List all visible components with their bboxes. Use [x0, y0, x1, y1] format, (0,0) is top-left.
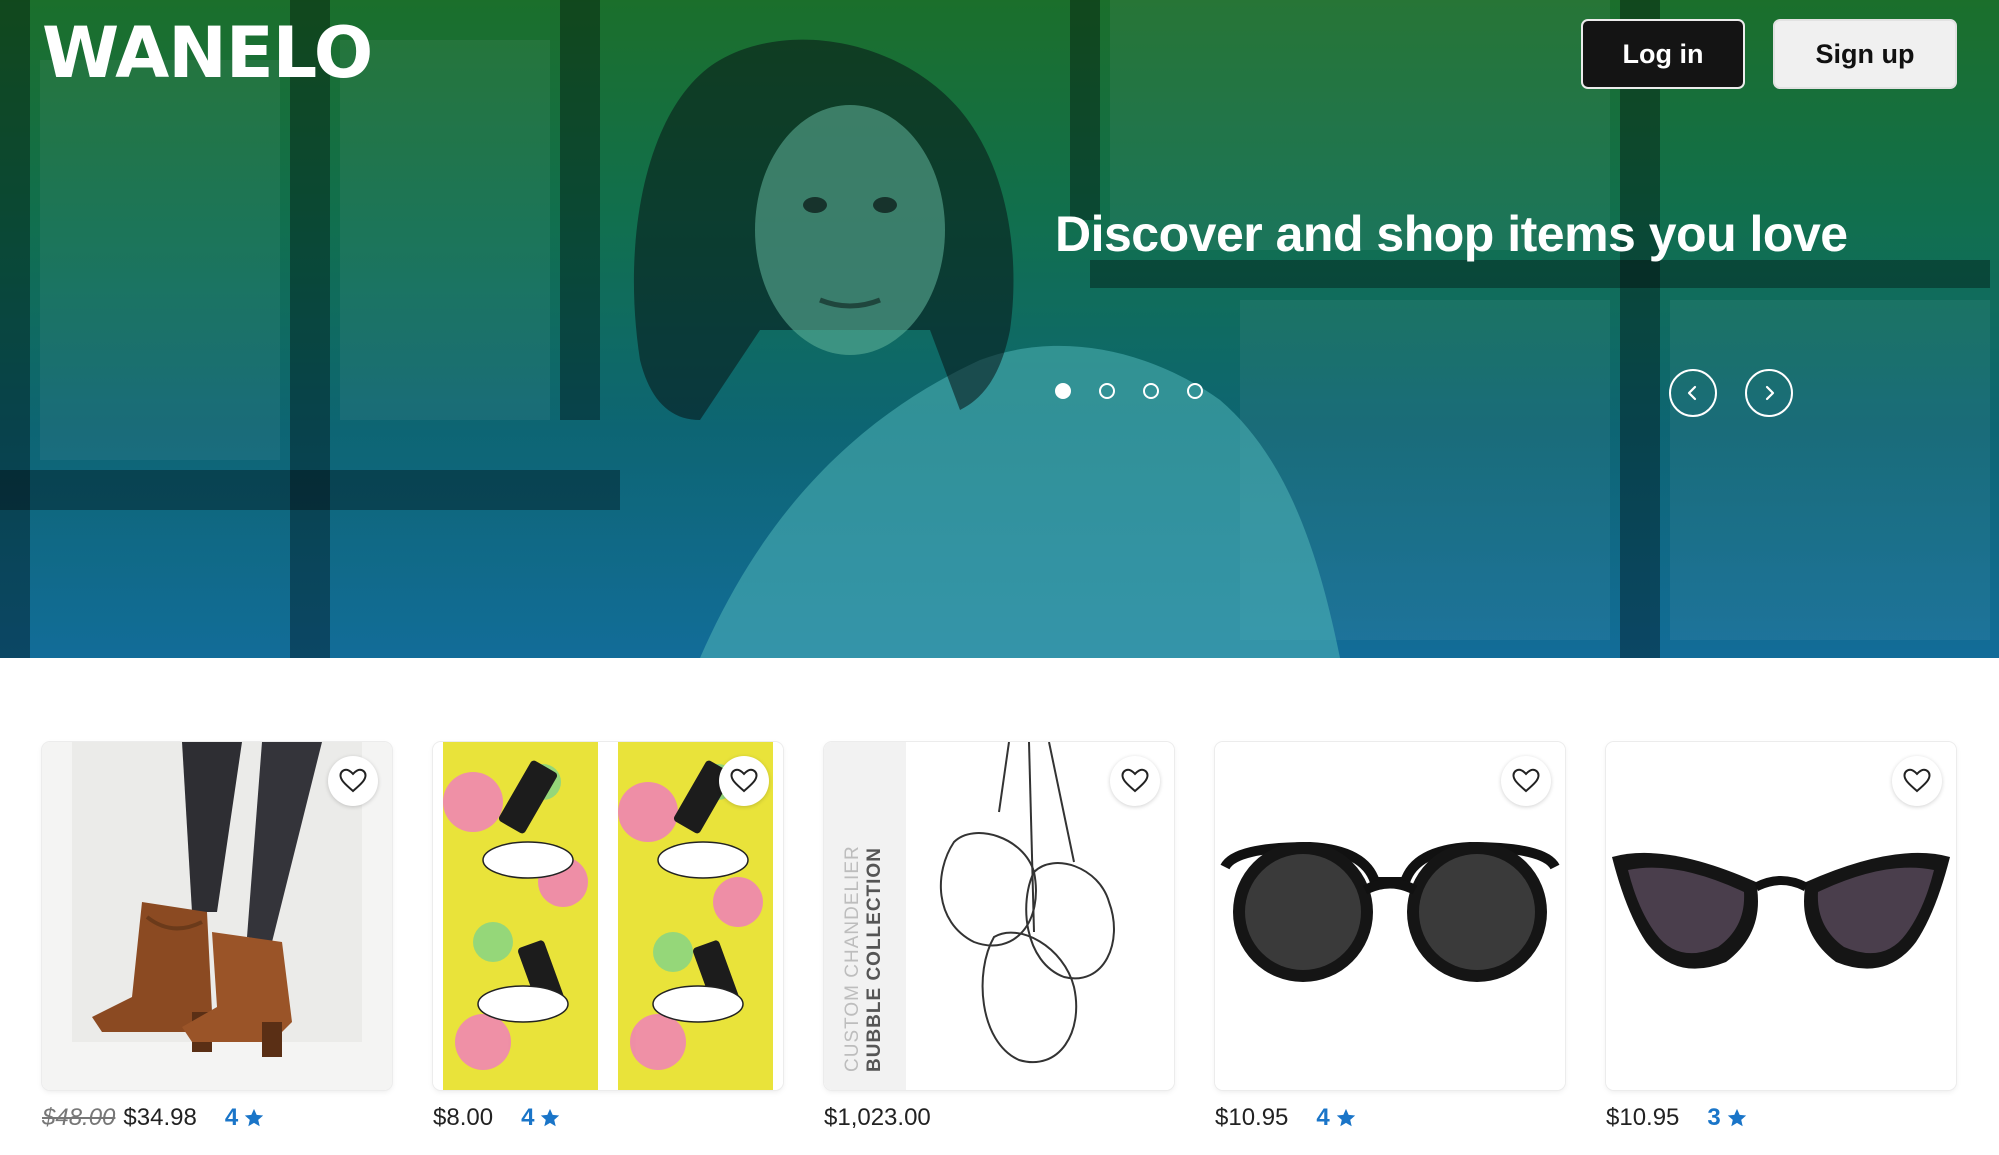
chevron-left-icon [1687, 385, 1697, 401]
product-image-socks[interactable] [433, 742, 783, 1090]
sale-price: $34.98 [123, 1104, 197, 1131]
star-icon [1727, 1108, 1746, 1127]
price: $1,023.00 [824, 1104, 931, 1131]
rating: 4 [225, 1104, 265, 1132]
login-button[interactable]: Log in [1581, 19, 1745, 89]
price-row: $10.95 3 [1606, 1104, 1956, 1132]
star-icon [245, 1108, 264, 1127]
heart-icon [730, 768, 758, 793]
rating: 3 [1707, 1104, 1747, 1132]
product-image-round-sunglasses[interactable] [1215, 742, 1565, 1090]
carousel-dot-1[interactable] [1055, 383, 1071, 399]
rating-value: 3 [1707, 1104, 1721, 1131]
favorite-button[interactable] [328, 756, 378, 806]
product-card[interactable]: CUSTOM CHANDELIER BUBBLE COLLECTION $1,0… [824, 742, 1174, 1132]
heart-icon [1903, 768, 1931, 793]
star-icon [541, 1108, 560, 1127]
price: $10.95 [1215, 1104, 1289, 1131]
image-caption-line-1: CUSTOM CHANDELIER [842, 845, 863, 1072]
rating-value: 4 [224, 1104, 239, 1131]
hero-photo [0, 0, 1999, 658]
favorite-button[interactable] [719, 756, 769, 806]
product-card[interactable]: $48.00 $34.98 4 [42, 742, 392, 1132]
chevron-right-icon [1765, 385, 1775, 401]
heart-icon [1512, 768, 1540, 793]
rating-value: 4 [1316, 1104, 1330, 1131]
hero-tagline: Discover and shop items you love [1055, 206, 1848, 262]
star-icon [1336, 1108, 1355, 1127]
rating: 4 [521, 1104, 561, 1132]
wanelo-logo[interactable]: WANELO [42, 18, 373, 88]
price-row: $48.00 $34.98 4 [42, 1104, 392, 1132]
product-card[interactable]: $10.95 3 [1606, 742, 1956, 1132]
carousel-dots [1055, 383, 1203, 399]
chandelier-image-caption: CUSTOM CHANDELIER BUBBLE COLLECTION [842, 845, 886, 1072]
carousel-dot-3[interactable] [1143, 383, 1159, 399]
price-row: $8.00 4 [433, 1104, 783, 1132]
price-row: $1,023.00 [824, 1104, 1174, 1132]
hero-banner: WANELO Log in Sign up Discover and shop … [0, 0, 1999, 658]
favorite-button[interactable] [1501, 756, 1551, 806]
product-image-boots[interactable] [42, 742, 392, 1090]
price: $8.00 [433, 1104, 494, 1131]
original-price: $48.00 [42, 1104, 116, 1131]
product-card[interactable]: $10.95 4 [1215, 742, 1565, 1132]
signup-button[interactable]: Sign up [1773, 19, 1957, 89]
product-image-cat-eye-sunglasses[interactable] [1606, 742, 1956, 1090]
image-caption-line-2: BUBBLE COLLECTION [863, 847, 885, 1072]
heart-icon [1121, 768, 1149, 793]
favorite-button[interactable] [1110, 756, 1160, 806]
carousel-next-button[interactable] [1745, 369, 1793, 417]
product-card[interactable]: $8.00 4 [433, 742, 783, 1132]
rating: 4 [1316, 1104, 1356, 1132]
product-image-chandelier[interactable]: CUSTOM CHANDELIER BUBBLE COLLECTION [824, 742, 1174, 1090]
price: $10.95 [1606, 1104, 1680, 1131]
carousel-dot-2[interactable] [1099, 383, 1115, 399]
rating-value: 4 [521, 1104, 535, 1131]
carousel-dot-4[interactable] [1187, 383, 1203, 399]
heart-icon [339, 768, 367, 793]
carousel-prev-button[interactable] [1669, 369, 1717, 417]
price-row: $10.95 4 [1215, 1104, 1565, 1132]
favorite-button[interactable] [1892, 756, 1942, 806]
